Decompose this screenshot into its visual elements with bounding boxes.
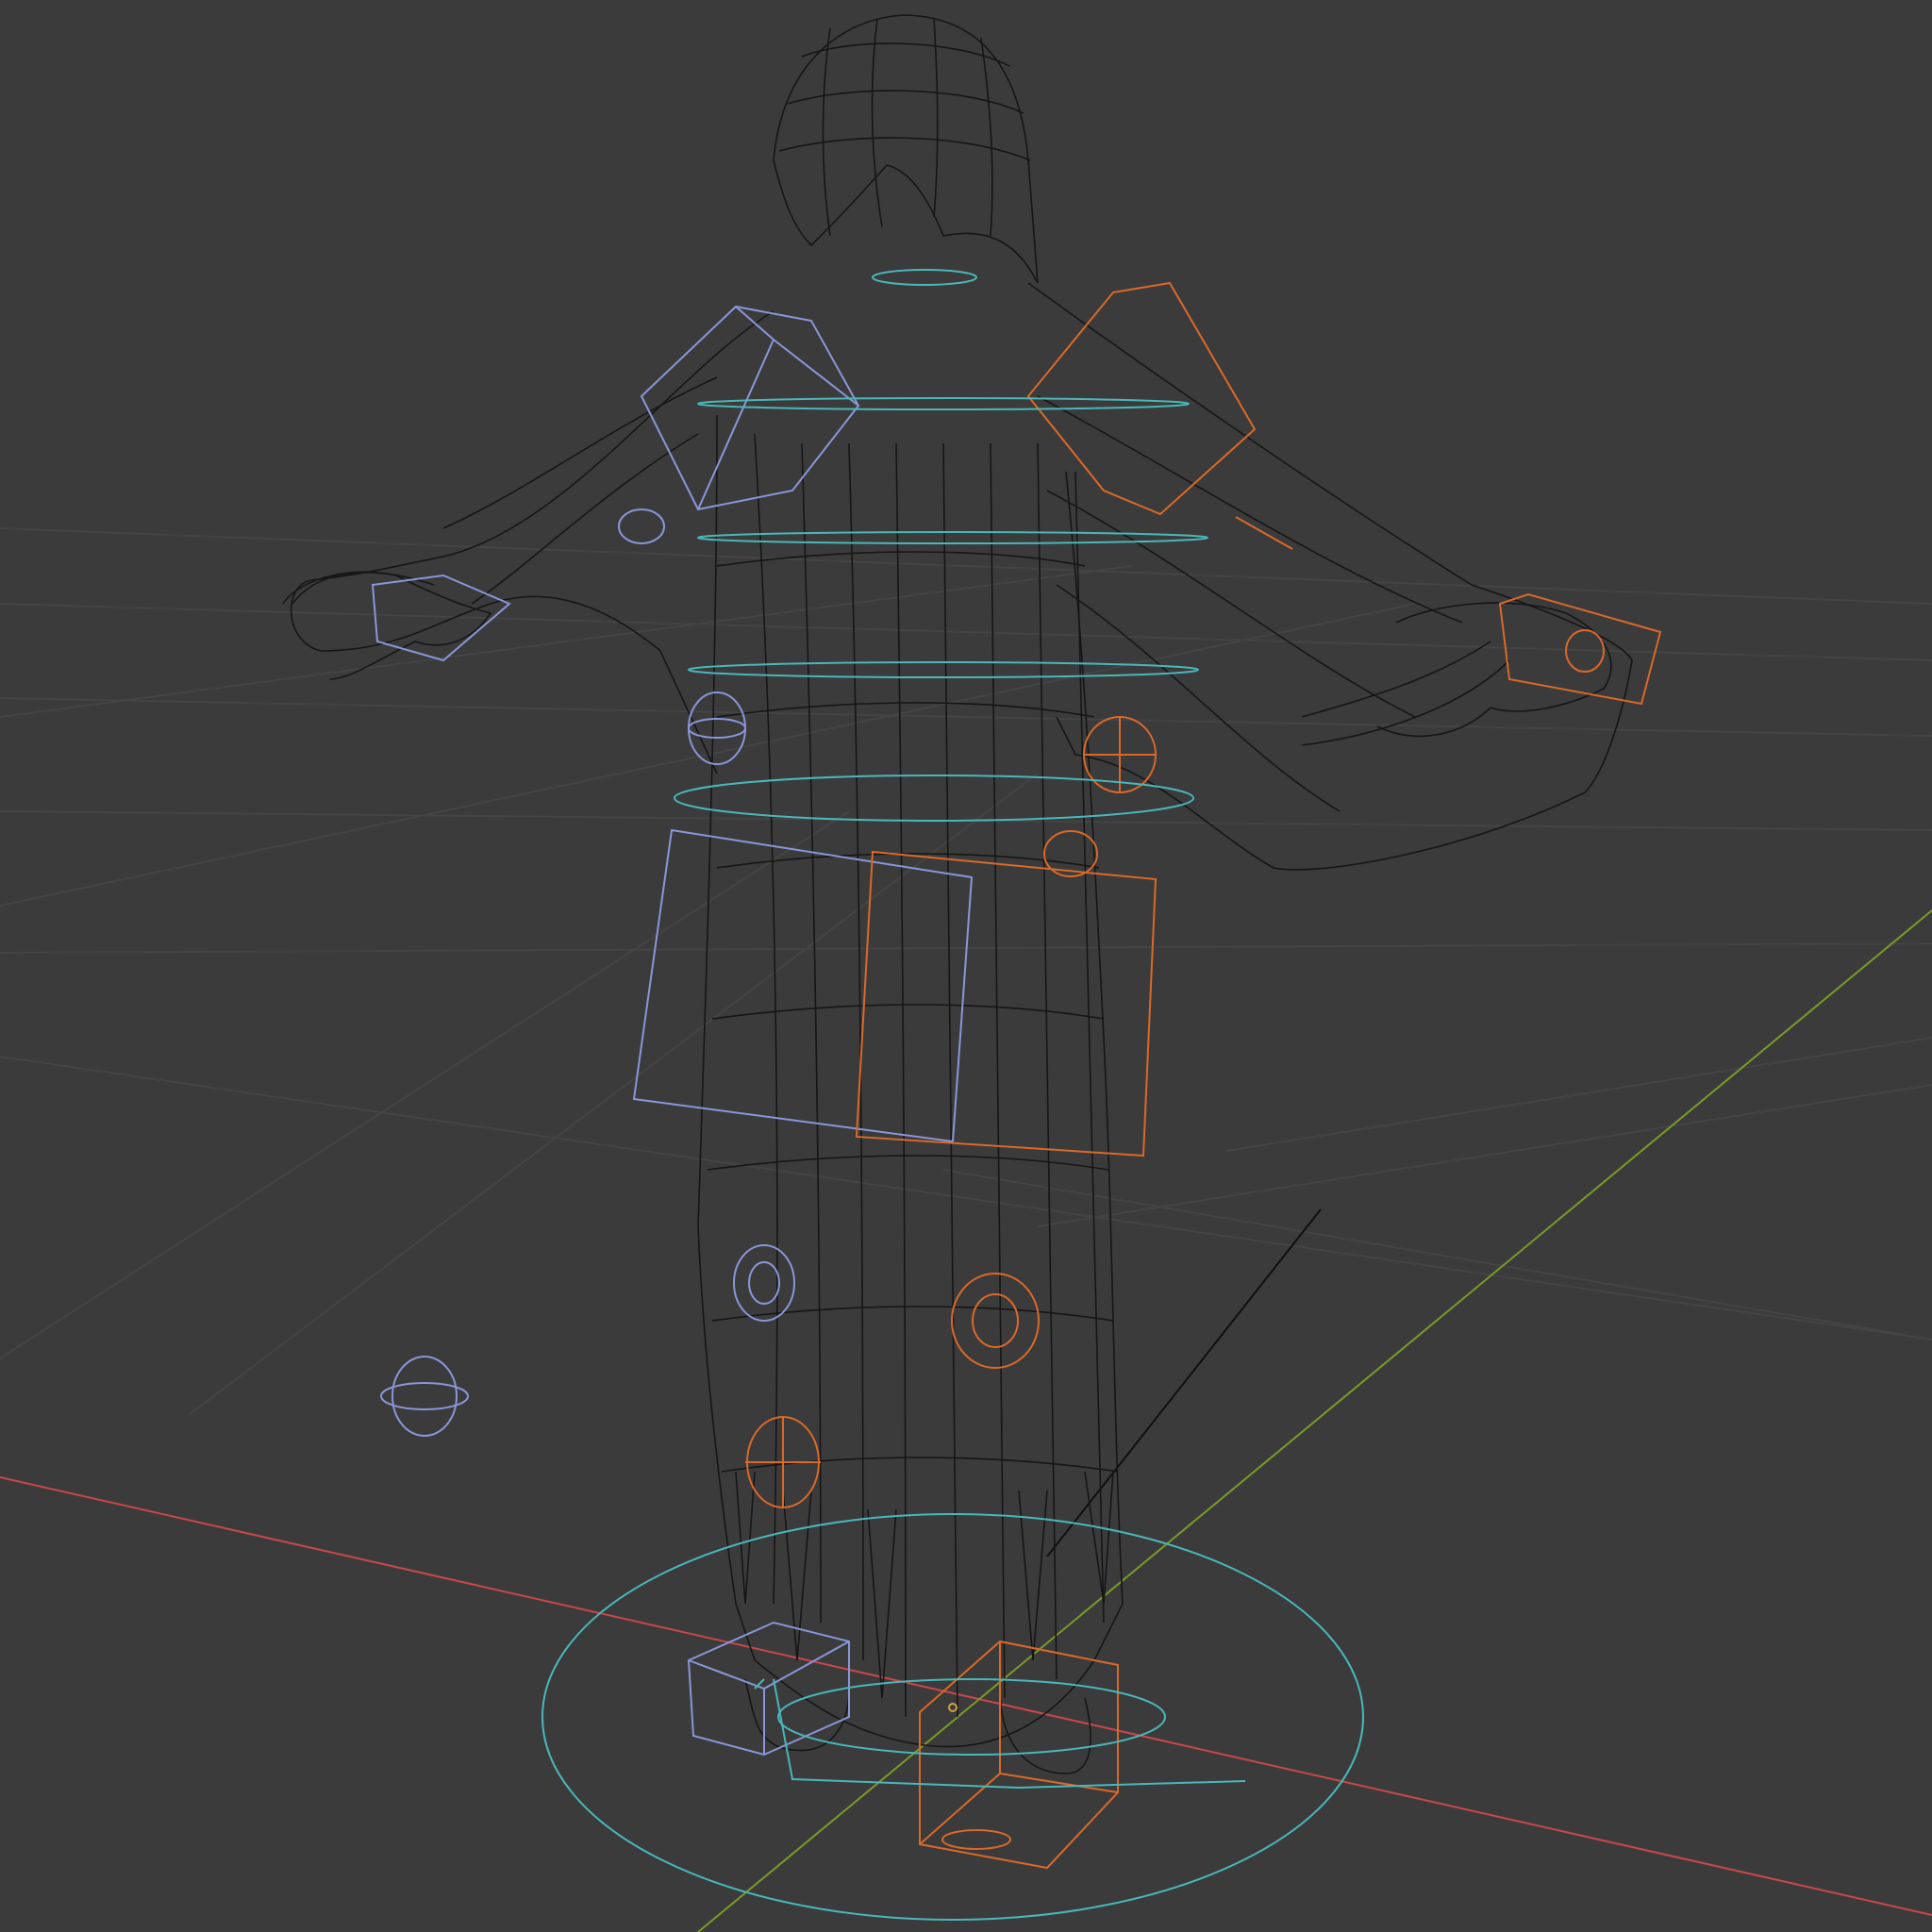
chest-upper-control xyxy=(697,397,1190,410)
left-hand-outline xyxy=(282,571,492,680)
hips-control xyxy=(674,774,1194,822)
right-foot-outline xyxy=(999,1688,1091,1774)
left-thigh-control xyxy=(632,828,974,1143)
camera-view-line xyxy=(1046,1208,1322,1557)
root-control xyxy=(541,1513,1364,1921)
left-knee-control xyxy=(733,1244,795,1322)
left-foot-control xyxy=(687,1621,850,1757)
right-knee-control xyxy=(951,1273,1040,1369)
y-axis-line xyxy=(697,909,1932,1932)
viewport-canvas[interactable] xyxy=(0,0,1932,1932)
3d-viewport[interactable] xyxy=(0,0,1932,1932)
chest-control xyxy=(697,531,1208,544)
spine-control xyxy=(688,661,1199,678)
left-pole-target-control xyxy=(391,1356,458,1437)
3d-cursor-icon xyxy=(948,1703,958,1712)
floor-grid xyxy=(0,527,1932,1416)
rig-controls-left[interactable] xyxy=(371,305,974,1757)
rig-controls-right[interactable] xyxy=(745,281,1662,1870)
character-mesh[interactable] xyxy=(282,14,1633,1774)
rig-controls-spine[interactable] xyxy=(541,269,1364,1921)
neck-control xyxy=(872,269,977,286)
